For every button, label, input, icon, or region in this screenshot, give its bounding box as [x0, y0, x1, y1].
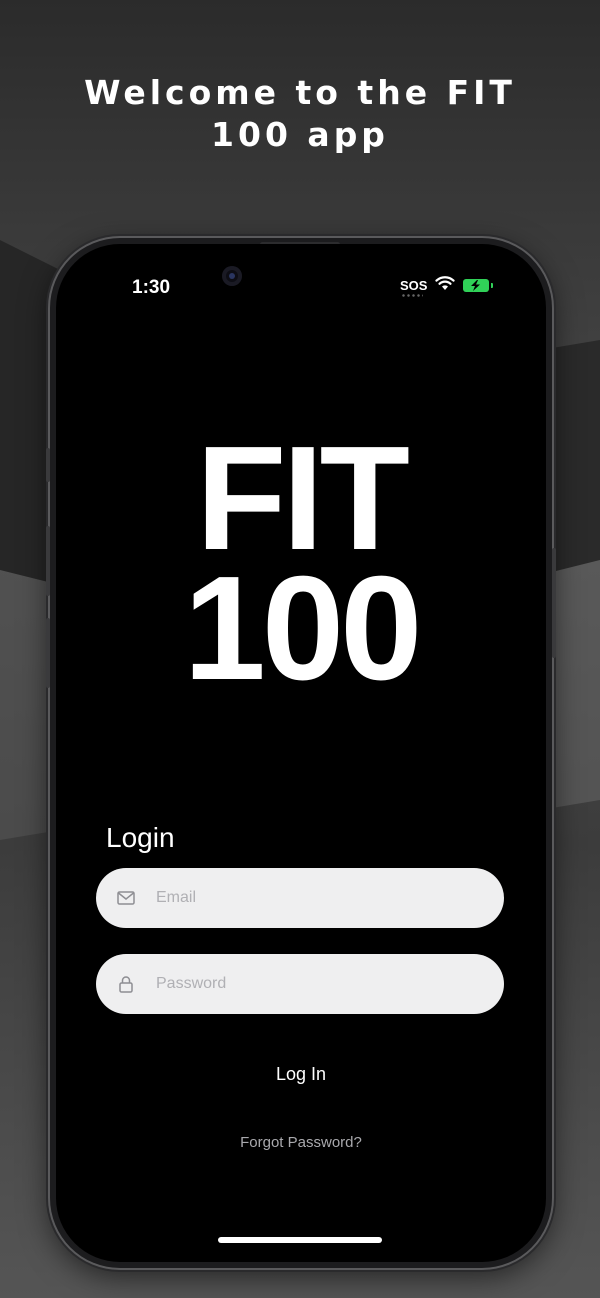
- promo-title-line2: 100 app: [211, 115, 389, 154]
- status-time: 1:30: [132, 277, 171, 298]
- silent-switch: [46, 448, 50, 482]
- signal-dots: [401, 294, 423, 297]
- front-camera: [222, 266, 242, 286]
- volume-down-button: [46, 618, 50, 688]
- sos-indicator: SOS: [400, 278, 428, 297]
- logo-line-1: FIT: [196, 416, 410, 581]
- logo-line-2: 100: [183, 546, 423, 711]
- volume-up-button: [46, 526, 50, 596]
- envelope-icon: [96, 891, 156, 905]
- wifi-icon: [435, 276, 456, 295]
- password-input[interactable]: [156, 975, 476, 993]
- sos-label: SOS: [400, 278, 428, 293]
- login-heading: Login: [106, 822, 175, 853]
- promo-title: Welcome to the FIT 100 app: [0, 72, 600, 156]
- lock-icon: [96, 975, 156, 993]
- password-field[interactable]: [96, 954, 504, 1014]
- power-button: [552, 548, 556, 658]
- promo-title-line1: Welcome to the FIT: [84, 73, 516, 112]
- forgot-password-link[interactable]: Forgot Password?: [56, 1134, 546, 1151]
- app-screen: 1:30 SOS FIT 100 Login Email Log In Forg…: [56, 244, 546, 1262]
- phone-frame: 1:30 SOS FIT 100 Login Email Log In Forg…: [46, 238, 556, 1268]
- home-indicator[interactable]: [218, 1237, 382, 1243]
- email-field[interactable]: [96, 868, 504, 928]
- status-icons: SOS: [400, 276, 494, 297]
- log-in-button[interactable]: Log In: [201, 1054, 401, 1094]
- battery-charging-icon: [463, 279, 494, 292]
- email-input[interactable]: [156, 889, 476, 907]
